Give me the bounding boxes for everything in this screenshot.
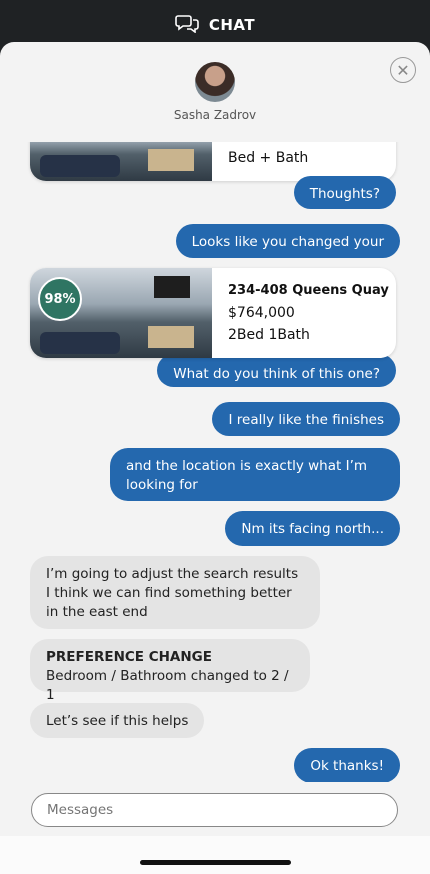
- preference-change-message: PREFERENCE CHANGE Bedroom / Bathroom cha…: [30, 639, 310, 703]
- preference-title: PREFERENCE CHANGE: [46, 649, 212, 665]
- contact-header: Sasha Zadrov ✕: [0, 42, 430, 142]
- match-badge: 98%: [38, 277, 82, 321]
- close-icon: ✕: [396, 60, 410, 80]
- listing-card[interactable]: 98% 234-408 Queens Quay $764,000 2Bed 1B…: [30, 268, 396, 358]
- preference-detail: Bedroom / Bathroom changed to 2 / 1: [46, 668, 289, 703]
- message-outgoing: Thoughts?: [293, 176, 396, 209]
- message-incoming: Let’s see if this helps: [30, 703, 205, 738]
- close-button[interactable]: ✕: [390, 57, 416, 83]
- listing-address: 234-408 Queens Quay: [228, 283, 389, 298]
- listing-rooms: 2Bed 1Bath: [228, 327, 310, 343]
- avatar[interactable]: [195, 62, 235, 102]
- contact-name: Sasha Zadrov: [173, 108, 257, 122]
- footer: [0, 836, 430, 874]
- chat-icon: [175, 13, 199, 37]
- message-list[interactable]: Bed + Bath Thoughts? Looks like you chan…: [0, 142, 430, 782]
- message-outgoing: I really like the finishes: [212, 402, 400, 436]
- message-outgoing: What do you think of this one?: [157, 354, 396, 387]
- listing-photo: [30, 142, 212, 181]
- listing-detail: Bed + Bath: [228, 150, 309, 166]
- message-incoming: I’m going to adjust the search results I…: [30, 556, 320, 629]
- message-outgoing: Ok thanks!: [294, 748, 400, 782]
- message-outgoing: Nm its facing north...: [225, 511, 400, 546]
- page-title: CHAT: [208, 16, 256, 34]
- message-input[interactable]: [31, 793, 398, 827]
- message-outgoing: and the location is exactly what I’m loo…: [110, 448, 400, 501]
- chat-sheet: Sasha Zadrov ✕ Bed + Bath Thoughts? Look…: [0, 42, 430, 874]
- message-outgoing: Looks like you changed your: [175, 224, 400, 258]
- listing-price: $764,000: [228, 305, 295, 321]
- home-indicator[interactable]: [140, 860, 291, 865]
